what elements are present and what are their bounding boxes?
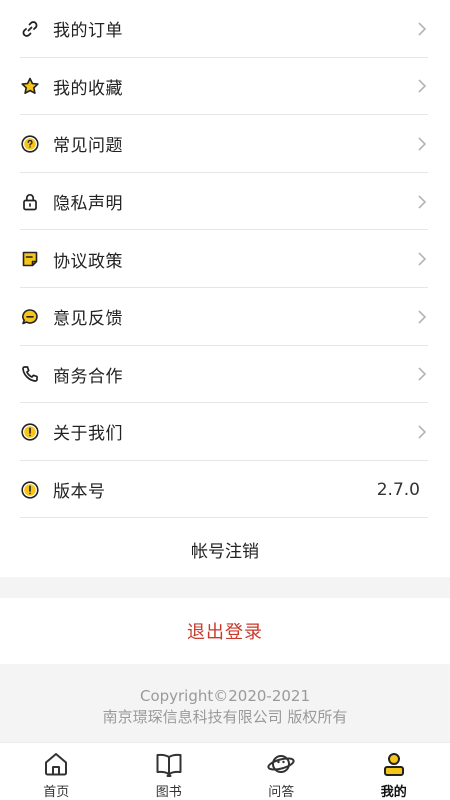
info-circle-icon [20,422,40,442]
menu-item-version: 版本号 2.7.0 [0,461,450,519]
star-icon [20,76,40,96]
planet-icon [266,750,296,778]
link-icon [20,19,40,39]
menu-item-label: 我的订单 [53,21,123,42]
chevron-right-icon [418,22,427,36]
menu-item-my-favorites[interactable]: 我的收藏 [0,58,450,116]
tab-books[interactable]: 图书 [113,743,226,800]
cancel-account-button[interactable]: 帐号注销 [0,522,450,577]
menu-item-business-cooperation[interactable]: 商务合作 [0,346,450,404]
phone-icon [20,364,40,384]
menu-item-faq[interactable]: 常见问题 [0,115,450,173]
menu-item-label: 商务合作 [53,366,123,387]
copyright-text: Copyright©2020-2021 [139,687,311,705]
user-icon [379,750,409,778]
chevron-right-icon [418,79,427,93]
bottom-tab-bar: 首页 图书 问答 我的 [0,742,450,800]
menu-item-my-orders[interactable]: 我的订单 [0,0,450,58]
chevron-right-icon [418,137,427,151]
tab-label: 图书 [155,785,182,800]
tab-qa[interactable]: 问答 [225,743,338,800]
tab-home[interactable]: 首页 [0,743,113,800]
version-value: 2.7.0 [376,479,420,500]
menu-item-label: 常见问题 [53,136,123,157]
menu-item-label: 我的收藏 [53,78,123,99]
chevron-right-icon [418,195,427,209]
tab-label: 首页 [43,785,70,800]
chevron-right-icon [418,252,427,266]
question-circle-icon [20,134,40,154]
menu-item-agreement-policy[interactable]: 协议政策 [0,230,450,288]
lock-icon [20,192,40,212]
chat-bubble-icon [20,307,40,327]
menu-item-label: 关于我们 [53,424,123,445]
tab-label: 我的 [380,785,407,800]
version-label: 版本号 [53,482,106,503]
menu-item-label: 隐私声明 [53,194,123,215]
chevron-right-icon [418,367,427,381]
menu-item-privacy[interactable]: 隐私声明 [0,173,450,231]
chevron-right-icon [418,425,427,439]
home-icon [41,750,71,778]
logout-button[interactable]: 退出登录 [0,598,450,664]
settings-menu-list: 我的订单 我的收藏 常见问题 隐私声明 协议政策 意见反馈 商务合作 关于我们 … [0,0,450,518]
info-circle-icon [20,480,40,500]
chevron-right-icon [418,310,427,324]
footer-copyright: Copyright©2020-2021 南京璟琛信息科技有限公司 版权所有 [0,686,450,728]
menu-item-about-us[interactable]: 关于我们 [0,403,450,461]
menu-item-label: 意见反馈 [53,309,123,330]
cancel-account-label: 帐号注销 [191,542,259,562]
company-text: 南京璟琛信息科技有限公司 版权所有 [102,708,348,726]
menu-item-feedback[interactable]: 意见反馈 [0,288,450,346]
settings-menu-card: 我的订单 我的收藏 常见问题 隐私声明 协议政策 意见反馈 商务合作 关于我们 … [0,0,450,577]
book-icon [154,750,184,778]
note-icon [20,249,40,269]
logout-label: 退出登录 [187,622,263,643]
menu-item-label: 协议政策 [53,251,123,272]
tab-mine[interactable]: 我的 [338,743,450,800]
tab-label: 问答 [268,785,295,800]
